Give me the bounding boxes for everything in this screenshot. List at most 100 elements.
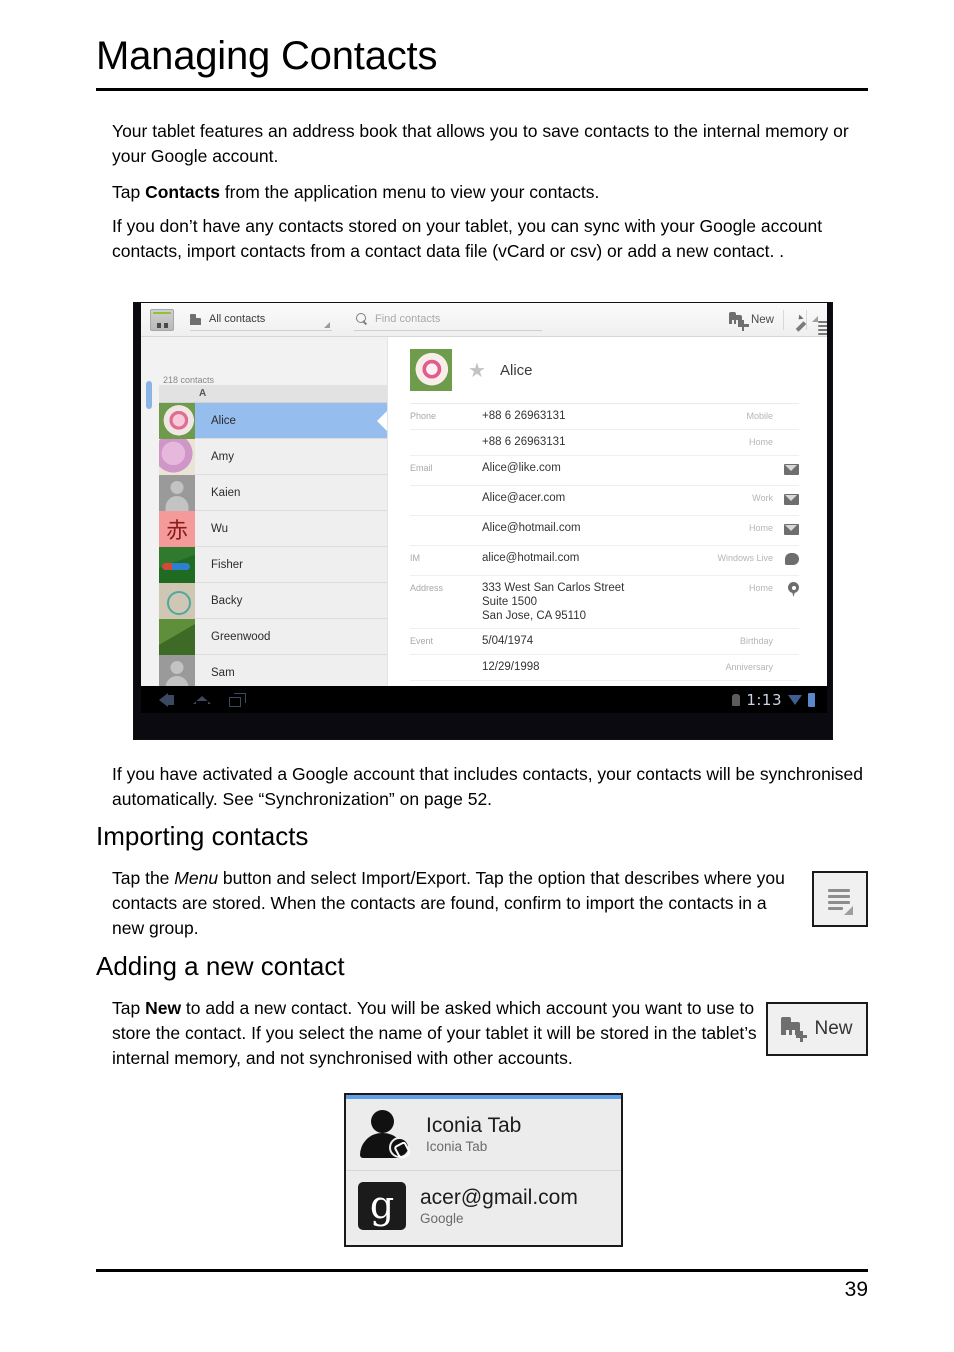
contact-name: Fisher — [211, 558, 243, 571]
section-heading-importing: Importing contacts — [96, 821, 309, 851]
map-pin-icon[interactable] — [773, 581, 799, 602]
contacts-list: A Alice Amy Kaien Wu Fisher Backy Greenwood Sam… — [159, 385, 387, 686]
status-icons: 1:13 — [732, 691, 827, 709]
contact-field-row[interactable]: IM alice@hotmail.com Windows Live — [410, 546, 799, 576]
list-scrollbar[interactable] — [146, 381, 152, 409]
list-item[interactable]: Backy — [159, 582, 387, 619]
field-label: Address — [410, 583, 444, 593]
p6-prefix: Tap — [112, 998, 146, 1018]
search-icon — [356, 313, 368, 325]
contact-name: Alice — [211, 414, 236, 427]
field-value: +88 6 26963131 — [482, 410, 566, 422]
new-button-callout: New — [766, 1002, 868, 1056]
list-item[interactable]: Greenwood — [159, 618, 387, 655]
tablet-screen: All contacts Find contacts New 218 conta… — [141, 303, 827, 713]
contact-field-row[interactable]: +88 6 26963131 Home — [410, 430, 799, 456]
contact-name: Backy — [211, 594, 243, 607]
android-system-bar: 1:13 — [141, 686, 827, 713]
section-header-letter: A — [159, 385, 387, 403]
field-value: 12/29/1998 — [482, 661, 540, 673]
field-value: Alice@acer.com — [482, 492, 566, 504]
account-option[interactable]: g acer@gmail.com Google — [346, 1170, 621, 1241]
contact-field-row[interactable]: Address 333 West San Carlos Street Suite … — [410, 576, 799, 629]
field-label — [410, 660, 482, 662]
battery-icon — [808, 692, 815, 707]
avatar — [159, 546, 195, 583]
search-input[interactable]: Find contacts — [354, 309, 542, 331]
list-item[interactable]: Fisher — [159, 546, 387, 583]
p2-prefix: Tap — [112, 182, 146, 202]
list-item[interactable]: Alice — [159, 402, 387, 439]
account-texts: acer@gmail.com Google — [420, 1186, 578, 1227]
field-label: Phone — [410, 411, 437, 421]
page-number: 39 — [844, 1278, 868, 1301]
back-icon[interactable] — [159, 692, 175, 707]
envelope-icon[interactable] — [773, 521, 799, 540]
contact-field-row[interactable]: Event 5/04/1974 Birthday — [410, 629, 799, 655]
contact-field-row[interactable]: Alice@hotmail.com Home — [410, 516, 799, 546]
contact-field-row[interactable]: 12/29/1998 Anniversary — [410, 655, 799, 681]
all-contacts-dropdown[interactable]: All contacts — [190, 309, 332, 331]
paragraph-importing: Tap the Menu button and select Import/Ex… — [112, 866, 802, 941]
favorite-star-icon[interactable]: ★ — [468, 360, 486, 380]
usb-icon — [732, 693, 741, 706]
p5-prefix: Tap the — [112, 868, 175, 888]
account-subtitle: Iconia Tab — [426, 1139, 488, 1154]
avatar — [159, 474, 195, 511]
contacts-toolbar: All contacts Find contacts New — [141, 303, 827, 337]
person-phone-icon — [358, 1109, 412, 1160]
contact-detail-header: ★ Alice — [388, 337, 827, 403]
avatar — [159, 438, 195, 475]
field-value: 333 West San Carlos Street Suite 1500 Sa… — [482, 582, 625, 622]
field-icon-empty — [773, 435, 799, 436]
envelope-icon[interactable] — [773, 461, 799, 480]
recent-apps-icon[interactable] — [229, 692, 246, 707]
contact-avatar — [410, 349, 452, 391]
contact-fields-table: Phone +88 6 26963131 Mobile +88 6 26963131 H… — [410, 403, 799, 681]
contact-field-row[interactable]: Email Alice@like.com — [410, 456, 799, 486]
document-page: Managing Contacts Your tablet features a… — [0, 0, 954, 1352]
avatar — [159, 582, 195, 619]
selection-pointer — [377, 410, 387, 431]
paragraph-tap-contacts: Tap Contacts from the application menu t… — [112, 180, 868, 205]
account-texts: Iconia Tab Iconia Tab — [426, 1114, 521, 1155]
new-contact-button[interactable]: New — [728, 312, 783, 331]
status-clock: 1:13 — [746, 690, 782, 709]
paragraph-no-contacts: If you don’t have any contacts stored on… — [112, 216, 823, 261]
list-item[interactable]: Kaien — [159, 474, 387, 511]
field-type: Birthday — [739, 636, 773, 646]
home-icon[interactable] — [193, 693, 211, 706]
contact-name: Sam — [211, 666, 235, 679]
account-rows: Iconia Tab Iconia Tab g acer@gmail.com Googl… — [346, 1099, 621, 1241]
field-value: alice@hotmail.com — [482, 552, 580, 564]
chat-bubble-icon[interactable] — [773, 551, 799, 570]
avatar — [159, 618, 195, 655]
wifi-icon — [788, 694, 802, 705]
contacts-count: 218 contacts — [163, 375, 215, 385]
footer-divider — [96, 1269, 868, 1272]
field-icon-empty — [773, 634, 799, 635]
google-letter: g — [369, 1183, 395, 1227]
envelope-icon[interactable] — [773, 491, 799, 510]
list-item[interactable]: Wu — [159, 510, 387, 547]
account-option[interactable]: Iconia Tab Iconia Tab — [346, 1099, 621, 1170]
contact-field-row[interactable]: Alice@acer.com Work — [410, 486, 799, 516]
field-label: IM — [410, 553, 420, 563]
page-title: Managing Contacts — [96, 34, 438, 78]
list-item[interactable]: Sam — [159, 654, 387, 686]
contacts-group-icon — [190, 313, 203, 325]
list-item[interactable]: Amy — [159, 438, 387, 475]
paragraph-adding: Tap New to add a new contact. You will b… — [112, 996, 762, 1071]
avatar — [159, 402, 195, 439]
contact-field-row[interactable]: Phone +88 6 26963131 Mobile — [410, 404, 799, 430]
field-label — [410, 491, 482, 493]
google-icon: g — [358, 1182, 406, 1230]
avatar — [159, 654, 195, 686]
p6-bold-new: New — [145, 998, 182, 1018]
field-label: Event — [410, 636, 434, 646]
field-type: Windows Live — [717, 553, 773, 563]
field-type: Mobile — [746, 411, 773, 421]
toolbar-divider — [783, 309, 784, 330]
paragraph-intro: Your tablet features an address book tha… — [112, 121, 849, 166]
contacts-app-icon — [150, 308, 174, 331]
